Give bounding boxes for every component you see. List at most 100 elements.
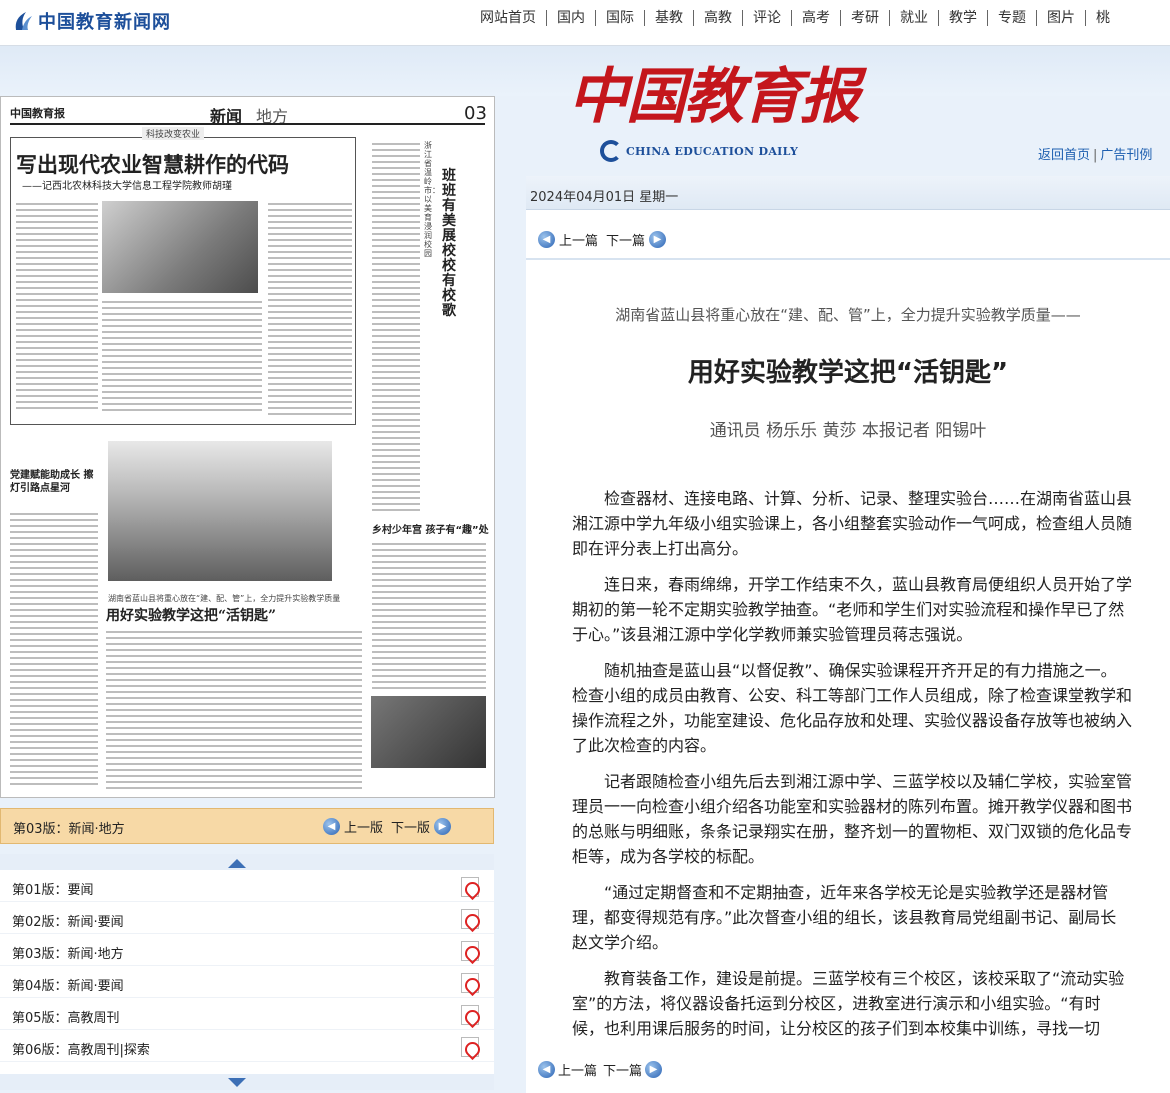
next-article-link[interactable]: 下一篇 xyxy=(606,230,645,249)
page-list-label[interactable]: 第01版：要闻 xyxy=(12,879,94,898)
lead-kicker: 科技改变农业 xyxy=(142,127,205,140)
prev-article-icon[interactable]: ◀ xyxy=(538,231,555,248)
header-links: 返回首页 | 广告刊例 xyxy=(1038,144,1152,163)
ads-link[interactable]: 广告刊例 xyxy=(1100,148,1152,163)
prev-article-link[interactable]: 上一篇 xyxy=(558,1060,597,1079)
article-paragraph: 随机抽查是蓝山县“以督促教”、确保实验课程开齐开足的有力措施之一。检查小组的成员… xyxy=(572,661,1132,755)
page-nav: ◀ 上一版 下一版 ▶ xyxy=(323,817,452,836)
next-article-icon[interactable]: ▶ xyxy=(649,231,667,248)
nav-item-pictures[interactable]: 图片 xyxy=(1036,10,1085,26)
page-list-item[interactable]: 第06版：高教周刊|探索 xyxy=(0,1030,494,1062)
prev-page-icon[interactable]: ◀ xyxy=(323,818,340,835)
nav-item-home[interactable]: 网站首页 xyxy=(478,10,546,26)
current-page-label: 第03版：新闻·地方 xyxy=(13,822,125,837)
right-photo xyxy=(371,696,486,768)
prev-page-link[interactable]: 上一版 xyxy=(344,817,383,836)
pdf-icon[interactable] xyxy=(461,909,479,929)
page-list-label[interactable]: 第04版：新闻·要闻 xyxy=(12,975,124,994)
next-article-icon[interactable]: ▶ xyxy=(645,1061,663,1078)
text-column xyxy=(372,141,420,511)
prev-article-icon[interactable]: ◀ xyxy=(538,1061,555,1078)
vertical-headline[interactable]: 班班有美展 校校有校歌 xyxy=(442,169,462,319)
page-number: 03 xyxy=(464,103,487,124)
mid-headline[interactable]: 用好实验教学这把“活钥匙” xyxy=(106,605,276,625)
article-nav-bottom: ◀ 上一篇 下一篇 ▶ xyxy=(538,1060,663,1079)
page-bar: 第03版：新闻·地方 ◀ 上一版 下一版 ▶ xyxy=(0,808,494,844)
article-paragraph: 记者跟随检查小组先后去到湘江源中学、三蓝学校以及辅仁学校，实验室管理员一一向检查… xyxy=(572,772,1132,866)
site-logo[interactable]: 中国教育新闻网 xyxy=(12,8,171,34)
article-author: 通讯员 杨乐乐 黄莎 本报记者 阳锡叶 xyxy=(709,421,987,441)
pdf-icon[interactable] xyxy=(461,1005,479,1025)
divider xyxy=(526,258,1170,260)
page-list-label[interactable]: 第05版：高教周刊 xyxy=(12,1007,120,1026)
page-list-item[interactable]: 第03版：新闻·地方 xyxy=(0,934,494,966)
scroll-down-bar[interactable] xyxy=(0,1074,494,1090)
nav-item-higher-edu[interactable]: 高教 xyxy=(693,10,742,26)
article-paragraph: 教育装备工作，建设是前提。三蓝学校有三个校区，该校采取了“流动实验室”的方法，将… xyxy=(572,969,1125,1038)
article-panel: ◀ 上一篇 下一篇 ▶ 湖南省蓝山县将重心放在“建、配、管”上，全力提升实验教学… xyxy=(526,210,1170,1093)
scroll-down-icon[interactable] xyxy=(228,1078,246,1087)
nav-item-employment[interactable]: 就业 xyxy=(889,10,938,26)
pdf-icon[interactable] xyxy=(461,1037,479,1057)
nav-item-more[interactable]: 桃 xyxy=(1085,10,1120,26)
text-column xyxy=(106,629,362,789)
page-image[interactable]: 中国教育报 新闻 地方 03 科技改变农业 写出现代农业智慧耕作的代码 ——记西… xyxy=(0,96,495,798)
lead-subhead: ——记西北农林科技大学信息工程学院教师胡瑾 xyxy=(22,181,232,192)
lead-headline[interactable]: 写出现代农业智慧耕作的代码 xyxy=(16,149,289,179)
text-column xyxy=(102,299,262,415)
top-nav: 网站首页 国内 国际 基教 高教 评论 高考 考研 就业 教学 专题 图片 桃 xyxy=(478,10,1120,26)
nav-item-topics[interactable]: 专题 xyxy=(987,10,1036,26)
page-list-item[interactable]: 第02版：新闻·要闻 xyxy=(0,902,494,934)
page-list-item[interactable]: 第05版：高教周刊 xyxy=(0,998,494,1030)
article-paragraph: 连日来，春雨绵绵，开学工作结束不久，蓝山县教育局便组织人员开始了学期初的第一轮不… xyxy=(572,575,1132,644)
page-list-item[interactable]: 第04版：新闻·要闻 xyxy=(0,966,494,998)
text-column xyxy=(10,511,98,789)
date-bar: 2024年04月01日 星期一 xyxy=(526,176,1170,210)
mid-kicker: 湖南省蓝山县将重心放在“建、配、管”上，全力提升实验教学质量 xyxy=(108,594,341,603)
text-column xyxy=(268,201,352,415)
page-list-label[interactable]: 第06版：高教周刊|探索 xyxy=(12,1039,150,1058)
nav-item-basic-edu[interactable]: 基教 xyxy=(644,10,693,26)
newspaper-logo: 中国教育报 xyxy=(568,62,860,132)
article-body: 检查器材、连接电路、计算、分析、记录、整理实验台……在湖南省蓝山县湘江源中学九年… xyxy=(572,486,1132,1044)
page-list-label[interactable]: 第03版：新闻·地方 xyxy=(12,943,124,962)
link-separator: | xyxy=(1093,148,1098,163)
nav-item-gaokao[interactable]: 高考 xyxy=(791,10,840,26)
right-headline[interactable]: 乡村少年宫 孩子有“趣”处 xyxy=(372,521,489,536)
nav-item-kaoyan[interactable]: 考研 xyxy=(840,10,889,26)
text-column xyxy=(16,201,98,413)
next-page-icon[interactable]: ▶ xyxy=(434,818,452,835)
next-article-link[interactable]: 下一篇 xyxy=(603,1060,642,1079)
nav-item-domestic[interactable]: 国内 xyxy=(546,10,595,26)
article-nav-top: ◀ 上一篇 下一篇 ▶ xyxy=(538,230,667,249)
newspaper-page: 中国教育报 新闻 地方 03 科技改变农业 写出现代农业智慧耕作的代码 ——记西… xyxy=(6,101,489,793)
page-rule xyxy=(10,123,485,125)
newspaper-logo-icon xyxy=(600,140,622,162)
left-headline[interactable]: 党建赋能助成长 擦灯引路点星河 xyxy=(10,469,94,495)
newspaper-name-en: CHINA EDUCATION DAILY xyxy=(626,144,799,158)
article-title: 用好实验教学这把“活钥匙” xyxy=(687,358,1009,388)
scroll-up-icon[interactable] xyxy=(228,859,246,868)
nav-item-international[interactable]: 国际 xyxy=(595,10,644,26)
article-paragraph: “通过定期督查和不定期抽查，近年来各学校无论是实验教学还是器材管理，都变得规范有… xyxy=(572,883,1117,952)
nav-item-teaching[interactable]: 教学 xyxy=(938,10,987,26)
newspaper-logo-en: CHINA EDUCATION DAILY xyxy=(600,140,798,162)
pdf-icon[interactable] xyxy=(461,877,479,897)
page-list-label[interactable]: 第02版：新闻·要闻 xyxy=(12,911,124,930)
prev-article-link[interactable]: 上一篇 xyxy=(559,230,598,249)
nav-item-comment[interactable]: 评论 xyxy=(742,10,791,26)
scroll-up-bar[interactable] xyxy=(0,854,494,870)
issue-date: 2024年04月01日 星期一 xyxy=(530,190,679,205)
vertical-subtitle: 浙江省温岭市：以美育浸润校园 xyxy=(424,141,440,258)
next-page-link[interactable]: 下一版 xyxy=(391,817,430,836)
home-link[interactable]: 返回首页 xyxy=(1038,148,1090,163)
pdf-icon[interactable] xyxy=(461,941,479,961)
site-header: 中国教育新闻网 网站首页 国内 国际 基教 高教 评论 高考 考研 就业 教学 … xyxy=(0,0,1170,46)
pdf-icon[interactable] xyxy=(461,973,479,993)
page-list: 第01版：要闻 第02版：新闻·要闻 第03版：新闻·地方 第04版：新闻·要闻… xyxy=(0,854,494,1090)
mid-photo xyxy=(108,441,332,581)
lead-photo xyxy=(102,201,258,293)
article-paragraph: 检查器材、连接电路、计算、分析、记录、整理实验台……在湖南省蓝山县湘江源中学九年… xyxy=(572,489,1132,558)
page-list-item[interactable]: 第01版：要闻 xyxy=(0,870,494,902)
article-lead: 湖南省蓝山县将重心放在“建、配、管”上，全力提升实验教学质量—— xyxy=(615,306,1081,324)
